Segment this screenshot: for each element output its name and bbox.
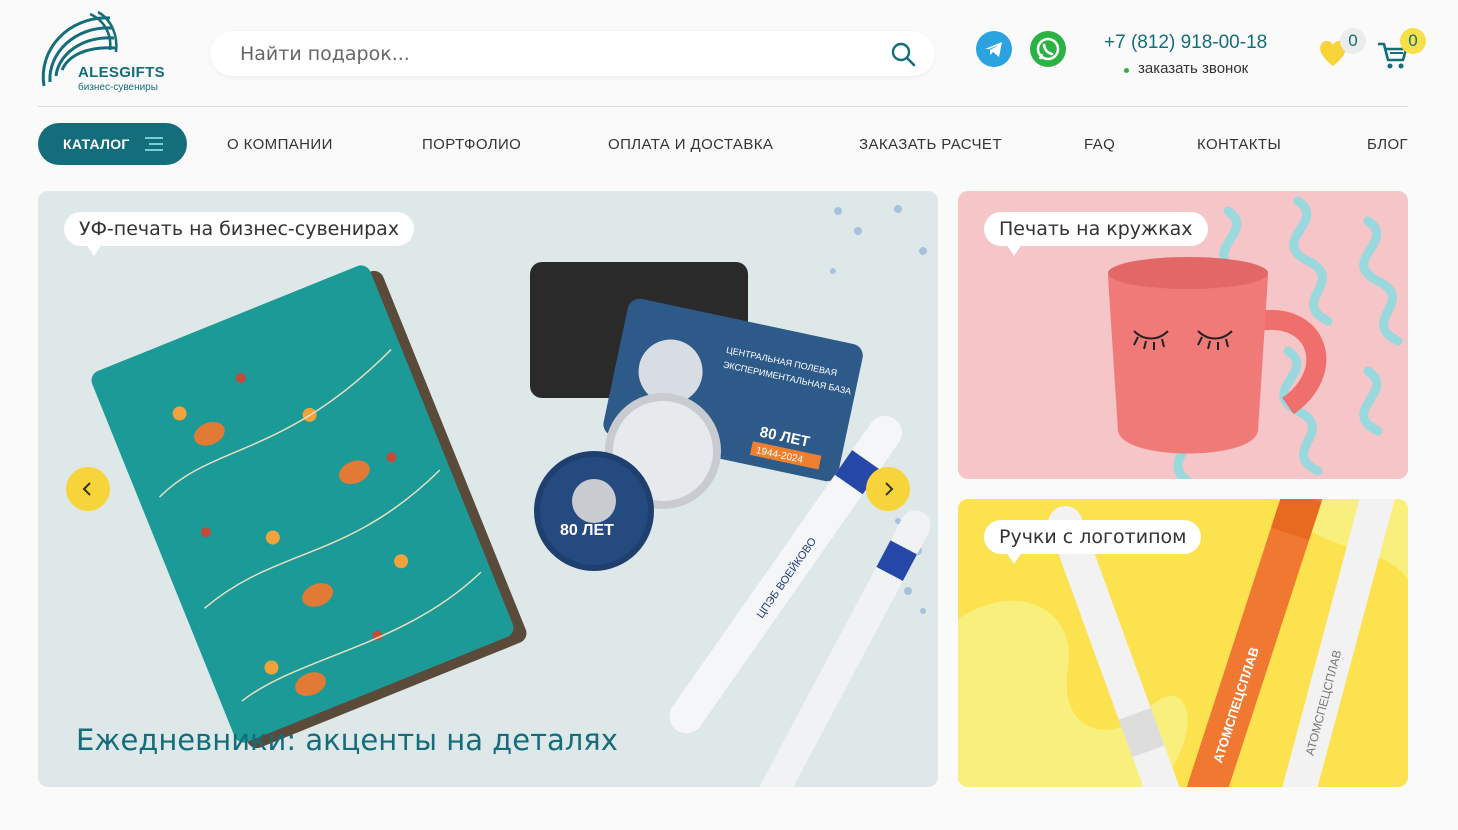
chevron-right-icon [885, 482, 894, 496]
hero-title[interactable]: Ежедневники: акценты на деталях [76, 723, 618, 757]
nav-item-portfolio[interactable]: ПОРТФОЛИО [422, 136, 521, 153]
nav-item-blog[interactable]: БЛОГ [1367, 136, 1408, 153]
logo-name: ALESGIFTS [78, 64, 165, 81]
phone-link[interactable]: +7 (812) 918-00-18 [1104, 32, 1267, 54]
hero-slider[interactable]: ЦЕНТРАЛЬНАЯ ПОЛЕВАЯ ЭКСПЕРИМЕНТАЛЬНАЯ БА… [38, 191, 938, 787]
callback-link[interactable]: заказать звонок [1138, 60, 1248, 77]
nav-item-contacts[interactable]: КОНТАКТЫ [1197, 136, 1281, 153]
page: ALESGIFTS бизнес-сувениры +7 (812) 918-0… [0, 0, 1458, 830]
hero-tag: УФ-печать на бизнес-сувенирах [64, 212, 415, 256]
promo-mugs-tag: Печать на кружках [984, 212, 1208, 256]
catalog-label: КАТАЛОГ [63, 136, 130, 152]
search-icon[interactable] [889, 40, 917, 68]
telegram-icon[interactable] [976, 31, 1012, 67]
menu-lines-icon [145, 137, 163, 151]
nav-item-order-estimate[interactable]: ЗАКАЗАТЬ РАСЧЕТ [859, 136, 1002, 153]
slider-prev-button[interactable] [66, 467, 110, 511]
header-divider [38, 106, 1408, 107]
hero-image: ЦЕНТРАЛЬНАЯ ПОЛЕВАЯ ЭКСПЕРИМЕНТАЛЬНАЯ БА… [91, 205, 931, 787]
cart-count-badge: 0 [1400, 28, 1426, 54]
catalog-button[interactable]: КАТАЛОГ [38, 123, 187, 165]
promo-pens-tag: Ручки с логотипом [984, 520, 1202, 564]
logo[interactable]: ALESGIFTS бизнес-сувениры [38, 10, 178, 98]
nav-item-about[interactable]: О КОМПАНИИ [227, 136, 333, 153]
whatsapp-icon[interactable] [1030, 31, 1066, 67]
callback-dot [1124, 68, 1129, 73]
chevron-left-icon [82, 482, 91, 496]
slider-next-button[interactable] [866, 467, 910, 511]
search-input[interactable] [240, 31, 860, 76]
nav-item-faq[interactable]: FAQ [1084, 136, 1115, 153]
promo-mugs-banner[interactable]: Печать на кружках [958, 191, 1408, 479]
favorites-count-badge: 0 [1340, 28, 1366, 54]
pin-badge-text: 80 ЛЕТ [560, 522, 614, 539]
logo-tagline: бизнес-сувениры [78, 82, 158, 93]
promo-pens-banner[interactable]: АТОМСПЕЦСПЛАВ АТОМСПЕЦСПЛАВ Ручки с лого… [958, 499, 1408, 787]
nav-item-payment-delivery[interactable]: ОПЛАТА И ДОСТАВКА [608, 136, 773, 153]
search-bar [210, 31, 935, 76]
